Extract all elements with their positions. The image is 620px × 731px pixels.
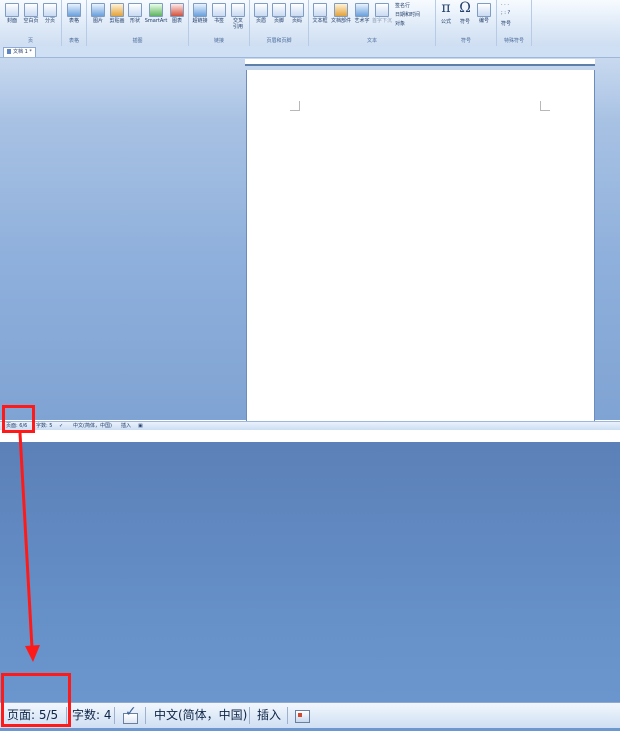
footer-button[interactable]: 页脚 xyxy=(270,2,288,32)
picture-button[interactable]: 图片 xyxy=(89,2,107,32)
symbol-button-label: 符号 xyxy=(460,19,471,25)
numbering-icon xyxy=(477,3,491,17)
group-label-text: 文本 xyxy=(366,38,377,44)
checkmark-icon: ✓ xyxy=(125,704,137,720)
special-symbol-button[interactable]: 符号 xyxy=(501,20,511,27)
previous-page-edge xyxy=(245,59,595,66)
table-icon xyxy=(67,3,81,17)
clipart-icon xyxy=(110,3,124,17)
group-label-special-symbols: 特殊符号 xyxy=(503,38,524,44)
table-button[interactable]: 表格 xyxy=(65,2,83,32)
clipart-button[interactable]: 剪贴画 xyxy=(108,2,126,32)
status-separator xyxy=(114,707,115,724)
shapes-icon xyxy=(128,3,142,17)
proofing-check-icon[interactable]: ✓ xyxy=(120,704,140,724)
document-page[interactable] xyxy=(247,70,594,422)
cover-page-icon xyxy=(5,3,19,17)
group-label-links: 链接 xyxy=(213,38,224,44)
word-count-small[interactable]: 字数: 5 xyxy=(36,422,52,430)
group-label-pages: 页 xyxy=(27,38,33,44)
ribbon-group-illustrations: 图片 剪贴画 形状 SmartArt 图表 插图 xyxy=(87,0,189,46)
picture-icon xyxy=(91,3,105,17)
language-small[interactable]: 中文(简体，中国) xyxy=(73,422,112,430)
word-window-screenshot: 封面 空白页 分页 页 表格 表格 图片 剪贴画 形状 SmartArt 图表 … xyxy=(0,0,620,430)
smartart-button[interactable]: SmartArt xyxy=(145,2,167,32)
date-time-button[interactable]: 日期和时间 xyxy=(395,11,420,18)
page-number-button[interactable]: 页码 xyxy=(288,2,306,32)
cross-reference-icon xyxy=(231,3,245,17)
hyperlink-icon xyxy=(193,3,207,17)
shapes-button[interactable]: 形状 xyxy=(126,2,144,32)
document-tab[interactable]: 文档 1 * xyxy=(3,47,36,57)
chart-icon xyxy=(170,3,184,17)
wordart-button[interactable]: 艺术字 xyxy=(353,2,371,32)
crop-mark-left xyxy=(290,101,300,111)
header-icon xyxy=(254,3,268,17)
textbox-icon xyxy=(313,3,327,17)
ribbon-group-pages: 封面 空白页 分页 页 xyxy=(0,0,62,46)
drop-cap-icon xyxy=(375,3,389,17)
page-break-icon xyxy=(43,3,57,17)
textbox-button[interactable]: 文本框 xyxy=(311,2,329,32)
quick-parts-icon xyxy=(334,3,348,17)
document-tab-label: 文档 1 * xyxy=(13,49,32,55)
language-indicator[interactable]: 中文(简体，中国) xyxy=(154,703,247,728)
group-label-symbols: 符号 xyxy=(460,38,471,44)
page-number-icon xyxy=(290,3,304,17)
ribbon-group-text: 文本框 文档部件 艺术字 首字下沉 签名行 日期和时间 对象 文本 xyxy=(309,0,436,46)
special-symbol-grid-icon[interactable]: · · · xyxy=(501,2,509,8)
cover-page-button[interactable]: 封面 xyxy=(3,2,21,32)
ribbon-group-header-footer: 页眉 页脚 页码 页眉和页脚 xyxy=(250,0,309,46)
object-button[interactable]: 对象 xyxy=(395,20,405,27)
drop-cap-button[interactable]: 首字下沉 xyxy=(372,2,392,32)
quick-parts-button[interactable]: 文档部件 xyxy=(331,2,351,32)
header-button[interactable]: 页眉 xyxy=(252,2,270,32)
document-tab-bar: 文档 1 * xyxy=(0,46,620,58)
ribbon-group-symbols: π Ω 编号 公式 符号 符号 xyxy=(436,0,497,46)
status-separator xyxy=(145,707,146,724)
ribbon-group-links: 超链接 书签 交叉 引用 链接 xyxy=(189,0,250,46)
chart-button[interactable]: 图表 xyxy=(168,2,186,32)
crop-mark-right xyxy=(540,101,550,111)
equation-pi-icon[interactable]: π xyxy=(436,1,456,16)
insert-mode-small[interactable]: 插入 xyxy=(121,422,131,430)
blank-page-icon xyxy=(24,3,38,17)
ribbon-group-table: 表格 表格 xyxy=(62,0,87,46)
numbering-button[interactable]: 编号 xyxy=(475,2,493,32)
group-label-table: 表格 xyxy=(68,38,79,44)
highlight-box-small xyxy=(2,405,35,433)
status-bar-zoomed: 页面: 5/5 字数: 4 ✓ 中文(简体，中国) 插入 xyxy=(0,702,620,728)
macro-record-icon[interactable] xyxy=(295,710,310,723)
insert-mode-indicator[interactable]: 插入 xyxy=(257,703,281,728)
word-count[interactable]: 字数: 4 xyxy=(72,703,112,728)
status-separator xyxy=(249,707,250,724)
highlight-box-zoomed xyxy=(1,673,71,727)
status-bar-small: 页面: 6/6 字数: 5 ✓ 中文(简体，中国) 插入 ▣ xyxy=(0,421,620,430)
macro-icon-small[interactable]: ▣ xyxy=(138,422,143,430)
page-break-button[interactable]: 分页 xyxy=(41,2,59,32)
hyperlink-button[interactable]: 超链接 xyxy=(191,2,209,32)
special-symbol-grid-icon-row2[interactable]: ; : ? xyxy=(501,10,510,16)
equation-button-label: 公式 xyxy=(441,19,452,25)
ribbon-insert-tab: 封面 空白页 分页 页 表格 表格 图片 剪贴画 形状 SmartArt 图表 … xyxy=(0,0,620,47)
status-separator xyxy=(287,707,288,724)
document-icon xyxy=(7,49,11,54)
symbol-omega-icon[interactable]: Ω xyxy=(455,1,475,16)
group-label-illustrations: 插图 xyxy=(132,38,143,44)
zoomed-view-background xyxy=(0,442,620,731)
ribbon-group-special-symbols: · · · ; : ? 符号 特殊符号 xyxy=(497,0,532,46)
signature-line-button[interactable]: 签名行 xyxy=(395,2,410,9)
cross-reference-button[interactable]: 交叉 引用 xyxy=(229,2,247,32)
smartart-icon xyxy=(149,3,163,17)
proofing-icon-small[interactable]: ✓ xyxy=(59,422,63,430)
blank-page-button[interactable]: 空白页 xyxy=(22,2,40,32)
footer-icon xyxy=(272,3,286,17)
bookmark-icon xyxy=(212,3,226,17)
separator-gap xyxy=(0,430,620,442)
wordart-icon xyxy=(355,3,369,17)
group-label-header-footer: 页眉和页脚 xyxy=(266,38,292,44)
